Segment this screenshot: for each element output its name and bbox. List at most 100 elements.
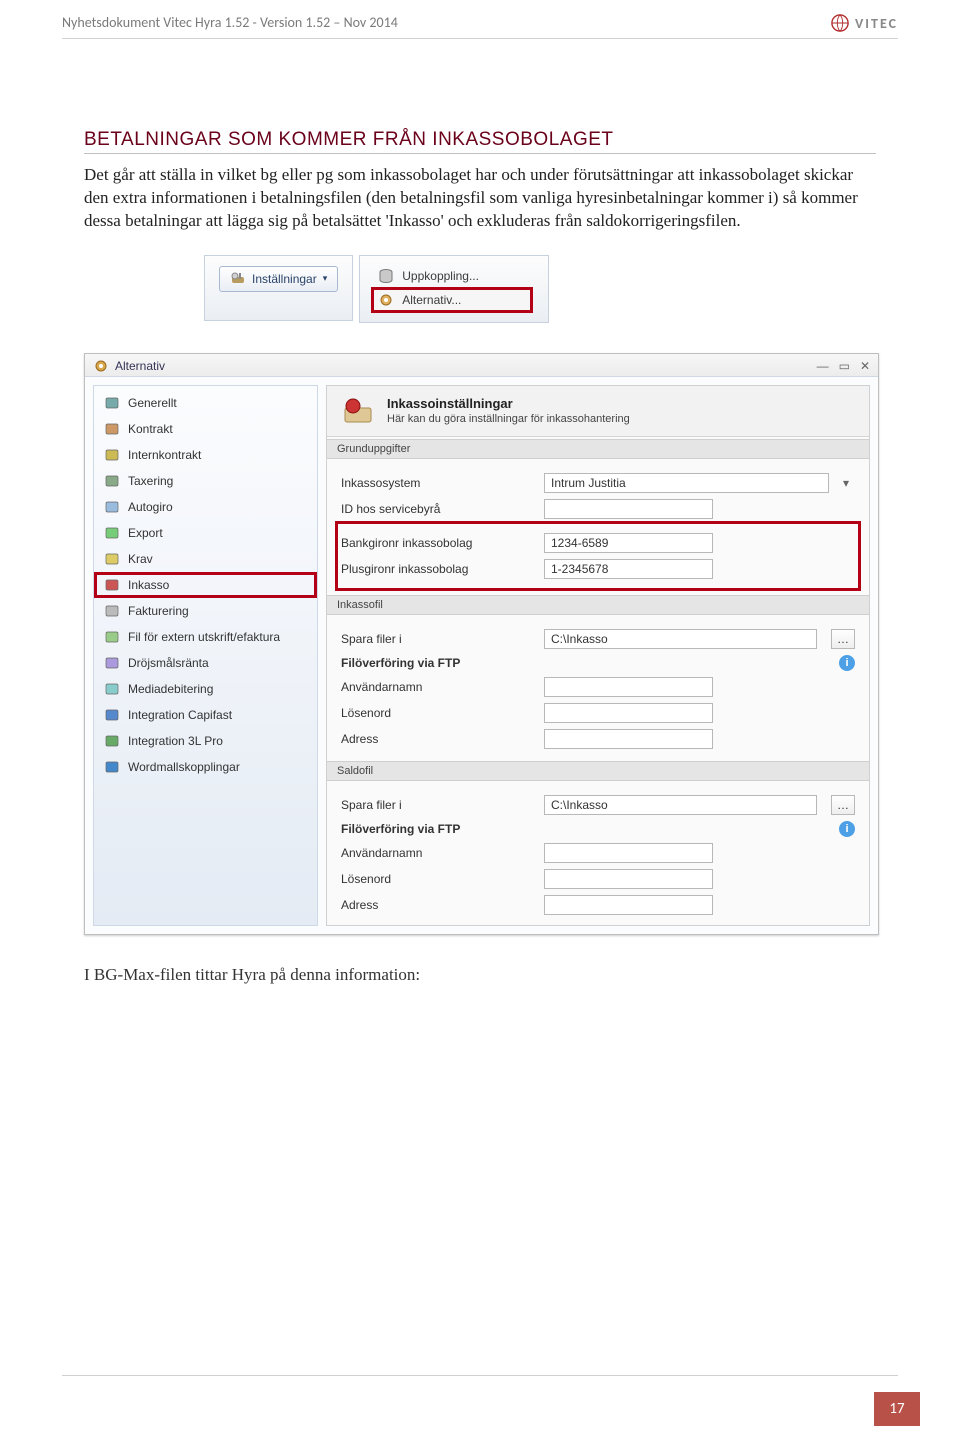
input-spara-1[interactable] (544, 629, 817, 649)
input-spara-2[interactable] (544, 795, 817, 815)
band-inkassofil: Inkassofil (327, 595, 869, 615)
input-addr-1[interactable] (544, 729, 713, 749)
doc-title: Nyhetsdokument Vitec Hyra 1.52 - Version… (62, 14, 398, 31)
sidebar-item-label: Wordmallskopplingar (128, 760, 240, 774)
sidebar-item-label: Export (128, 526, 163, 540)
dialog-title: Alternativ (115, 359, 165, 373)
input-pg[interactable] (544, 559, 713, 579)
settings-button-label: Inställningar (252, 272, 317, 286)
body-paragraph: Det går att ställa in vilket bg eller pg… (84, 164, 876, 233)
database-icon (378, 268, 394, 284)
sidebar-item-label: Inkasso (128, 578, 169, 592)
sidebar-item-integration-capifast[interactable]: Integration Capifast (94, 702, 317, 728)
sidebar-item-label: Fil för extern utskrift/efaktura (128, 630, 280, 644)
sidebar-item-icon (104, 551, 120, 567)
panel-subtitle: Här kan du göra inställningar för inkass… (387, 413, 630, 425)
browse-button[interactable]: … (831, 795, 855, 815)
sidebar-item-label: Fakturering (128, 604, 189, 618)
dialog-titlebar: Alternativ — ▭ ✕ (85, 354, 878, 377)
label-ftp-1: Filöverföring via FTP (341, 656, 536, 670)
sidebar-item-label: Autogiro (128, 500, 173, 514)
input-user-1[interactable] (544, 677, 713, 697)
sidebar-item-icon (104, 499, 120, 515)
sidebar-item-internkontrakt[interactable]: Internkontrakt (94, 442, 317, 468)
settings-button[interactable]: Inställningar ▾ (219, 266, 338, 292)
sidebar-item-icon (104, 629, 120, 645)
sidebar-item-mediadebitering[interactable]: Mediadebitering (94, 676, 317, 702)
sidebar-item-autogiro[interactable]: Autogiro (94, 494, 317, 520)
settings-sidebar: Generellt Kontrakt Internkontrakt Taxering A… (93, 385, 318, 926)
sidebar-item-icon (104, 577, 120, 593)
sidebar-item-kontrakt[interactable]: Kontrakt (94, 416, 317, 442)
screenshot-dialog: Alternativ — ▭ ✕ Generellt Kontrakt Intern… (84, 353, 879, 935)
footer-rule (62, 1375, 898, 1376)
minimize-icon[interactable]: — (817, 359, 829, 373)
gear-icon (93, 358, 109, 374)
label-pass-1: Lösenord (341, 706, 536, 720)
sidebar-item-inkasso[interactable]: Inkasso (94, 572, 317, 598)
section-heading: BETALNINGAR SOM KOMMER FRÅN INKASSOBOLAG… (84, 129, 876, 154)
inkasso-header-icon (341, 396, 375, 426)
gear-icon (378, 292, 394, 308)
dropdown-caret-icon: ▾ (323, 273, 328, 284)
screenshot-ribbon: Inställningar ▾ Uppkoppling... Alternati… (204, 255, 724, 323)
maximize-icon[interactable]: ▭ (839, 359, 850, 373)
label-addr-2: Adress (341, 898, 536, 912)
settings-dropdown: Uppkoppling... Alternativ... (359, 255, 549, 323)
sidebar-item-generellt[interactable]: Generellt (94, 390, 317, 416)
info-icon[interactable]: i (839, 821, 855, 837)
sidebar-item-export[interactable]: Export (94, 520, 317, 546)
menu-item-uppkoppling[interactable]: Uppkoppling... (372, 264, 532, 288)
input-pass-1[interactable] (544, 703, 713, 723)
sidebar-item-label: Integration 3L Pro (128, 734, 223, 748)
dropdown-caret-icon[interactable]: ▾ (837, 476, 855, 490)
sidebar-item-taxering[interactable]: Taxering (94, 468, 317, 494)
input-bg[interactable] (544, 533, 713, 553)
sidebar-item-fil-f-r-extern-utskrift-efaktura[interactable]: Fil för extern utskrift/efaktura (94, 624, 317, 650)
sidebar-item-krav[interactable]: Krav (94, 546, 317, 572)
sidebar-item-label: Dröjsmålsränta (128, 656, 209, 670)
browse-button[interactable]: … (831, 629, 855, 649)
label-id: ID hos servicebyrå (341, 502, 536, 516)
sidebar-item-label: Krav (128, 552, 153, 566)
sidebar-item-integration-3l-pro[interactable]: Integration 3L Pro (94, 728, 317, 754)
sidebar-item-icon (104, 603, 120, 619)
sidebar-item-icon (104, 473, 120, 489)
label-user-2: Användarnamn (341, 846, 536, 860)
label-user-1: Användarnamn (341, 680, 536, 694)
sidebar-item-icon (104, 733, 120, 749)
sidebar-item-label: Mediadebitering (128, 682, 213, 696)
sidebar-item-label: Integration Capifast (128, 708, 232, 722)
vitec-globe-icon (831, 14, 849, 32)
input-user-2[interactable] (544, 843, 713, 863)
page-number: 17 (874, 1392, 920, 1426)
footer-note: I BG-Max-filen tittar Hyra på denna info… (84, 965, 876, 985)
input-addr-2[interactable] (544, 895, 713, 915)
menu-item-alternativ[interactable]: Alternativ... (372, 288, 532, 312)
highlight-bgpg: Bankgironr inkassobolag Plusgironr inkas… (339, 525, 857, 587)
label-bg: Bankgironr inkassobolag (341, 536, 536, 550)
sidebar-item-fakturering[interactable]: Fakturering (94, 598, 317, 624)
brand-logo: VITEC (831, 14, 898, 32)
input-system[interactable] (544, 473, 829, 493)
sidebar-item-wordmallskopplingar[interactable]: Wordmallskopplingar (94, 754, 317, 780)
sidebar-item-icon (104, 707, 120, 723)
sidebar-item-icon (104, 525, 120, 541)
panel-title: Inkassoinställningar (387, 396, 630, 411)
info-icon[interactable]: i (839, 655, 855, 671)
sidebar-item-icon (104, 447, 120, 463)
input-id[interactable] (544, 499, 713, 519)
gear-tools-icon (230, 271, 246, 287)
label-ftp-2: Filöverföring via FTP (341, 822, 536, 836)
ribbon-group: Inställningar ▾ (204, 255, 353, 321)
label-addr-1: Adress (341, 732, 536, 746)
menu-label: Uppkoppling... (402, 269, 479, 283)
close-icon[interactable]: ✕ (860, 359, 870, 373)
band-grund: Grunduppgifter (327, 439, 869, 459)
label-pg: Plusgironr inkassobolag (341, 562, 536, 576)
sidebar-item-icon (104, 421, 120, 437)
sidebar-item-label: Taxering (128, 474, 173, 488)
sidebar-item-dr-jsm-lsr-nta[interactable]: Dröjsmålsränta (94, 650, 317, 676)
sidebar-item-label: Kontrakt (128, 422, 173, 436)
input-pass-2[interactable] (544, 869, 713, 889)
